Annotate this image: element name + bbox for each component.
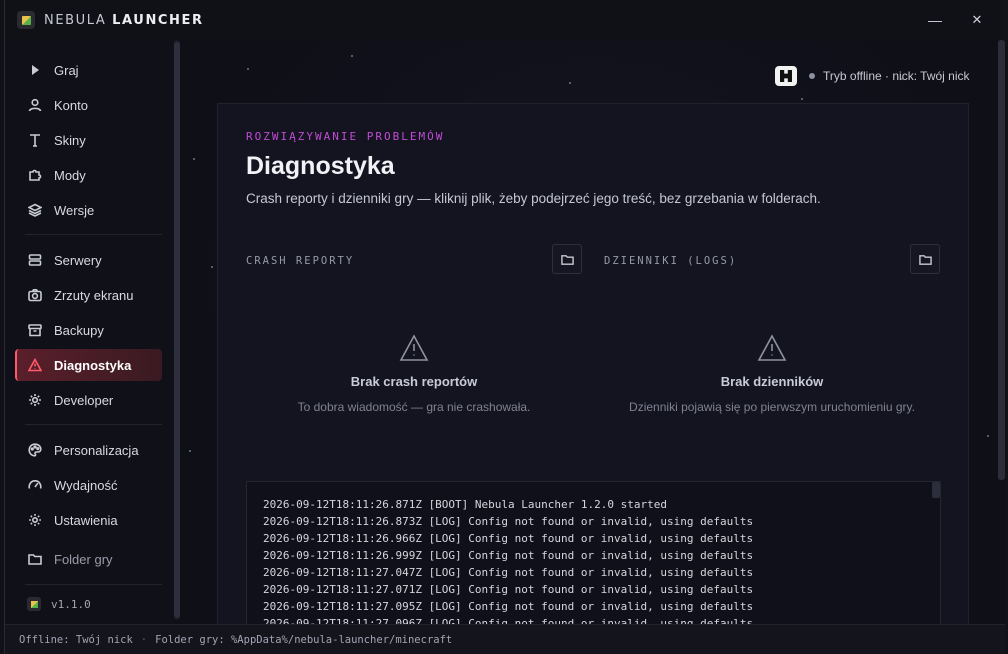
status-dot-icon <box>809 73 815 79</box>
sidebar-item-zrzuty-ekranu[interactable]: Zrzuty ekranu <box>15 279 162 311</box>
empty-subtitle: Dzienniki pojawią się po pierwszym uruch… <box>629 400 915 414</box>
archive-icon <box>27 322 43 338</box>
diagnostics-panel: ROZWIĄZYWANIE PROBLEMÓW Diagnostyka Cras… <box>217 103 969 624</box>
sidebar-item-label: Zrzuty ekranu <box>54 287 134 303</box>
sidebar-item-label: Backupy <box>54 322 104 338</box>
sidebar-item-label: Diagnostyka <box>54 357 132 373</box>
warning-icon <box>757 334 787 362</box>
sidebar-item-label: Mody <box>54 167 86 183</box>
log-scrollbar[interactable] <box>932 482 940 498</box>
minimize-button[interactable]: — <box>923 10 947 30</box>
app-logo-icon <box>27 597 41 611</box>
offline-avatar-icon <box>775 66 797 86</box>
folder-icon <box>918 254 932 265</box>
log-line: 2026-09-12T18:11:26.873Z [LOG] Config no… <box>263 515 754 528</box>
sidebar-item-label: Wersje <box>54 202 95 218</box>
bug-icon <box>27 392 43 408</box>
sidebar-item-mody[interactable]: Mody <box>15 159 162 191</box>
sidebar-divider <box>25 234 162 235</box>
sidebar-item-label: Personalizacja <box>54 442 139 458</box>
sidebar-scrollbar[interactable] <box>174 40 180 620</box>
empty-title: Brak dzienników <box>720 374 824 389</box>
sidebar-item-label: Serwery <box>54 252 102 268</box>
layers-icon <box>27 202 43 218</box>
footer-offline: Offline: Twój nick <box>19 633 133 646</box>
version-info: v1.1.0 <box>27 597 91 611</box>
sidebar-item-wersje[interactable]: Wersje <box>15 194 162 226</box>
log-line: 2026-09-12T18:11:26.999Z [LOG] Config no… <box>263 549 754 562</box>
title-bar: NEBULA LAUNCHER — ✕ <box>5 0 1005 40</box>
warning-icon <box>27 357 43 373</box>
section-eyebrow: ROZWIĄZYWANIE PROBLEMÓW <box>246 130 445 143</box>
folder-icon <box>560 254 574 265</box>
log-line: 2026-09-12T18:11:26.871Z [BOOT] Nebula L… <box>263 498 667 511</box>
user-icon <box>27 97 43 113</box>
sidebar-item-label: Konto <box>54 97 88 113</box>
empty-title: Brak crash reportów <box>350 374 478 389</box>
sidebar-item-serwery[interactable]: Serwery <box>15 244 162 276</box>
main-scrollbar[interactable] <box>998 40 1005 480</box>
puzzle-icon <box>27 167 43 183</box>
logs-empty-state: Brak dzienników Dzienniki pojawią się po… <box>612 334 932 414</box>
app-title-bold: LAUNCHER <box>112 13 204 28</box>
main-content: Tryb offline · nick: Twój nick ROZWIĄZYW… <box>181 40 1005 624</box>
sidebar-item-label: Graj <box>54 62 79 78</box>
launcher-window: NEBULA LAUNCHER — ✕ Graj Konto Skiny Mod… <box>4 0 1005 654</box>
sidebar-item-graj[interactable]: Graj <box>15 54 162 86</box>
shirt-icon <box>27 132 43 148</box>
sidebar-item-ustawienia[interactable]: Ustawienia <box>15 504 162 536</box>
play-icon <box>27 62 43 78</box>
palette-icon <box>27 442 43 458</box>
camera-icon <box>27 287 43 303</box>
footer-folder-path: Folder gry: %AppData%/nebula-launcher/mi… <box>155 633 453 646</box>
status-bar: Offline: Twój nick · Folder gry: %AppDat… <box>5 624 1005 654</box>
sidebar-item-diagnostyka[interactable]: Diagnostyka <box>15 349 162 381</box>
sidebar-item-folder-gry[interactable]: Folder gry <box>15 543 162 575</box>
sidebar-item-label: Folder gry <box>54 551 113 567</box>
version-label: v1.1.0 <box>51 597 91 611</box>
server-icon <box>27 252 43 268</box>
gauge-icon <box>27 477 43 493</box>
sidebar-item-wydajnosc[interactable]: Wydajność <box>15 469 162 501</box>
status-text: Tryb offline · nick: Twój nick <box>823 69 970 83</box>
empty-subtitle: To dobra wiadomość — gra nie crashowała. <box>297 400 531 414</box>
app-logo-icon <box>17 11 35 29</box>
account-status[interactable]: Tryb offline · nick: Twój nick <box>775 66 970 86</box>
app-title-light: NEBULA <box>44 13 107 28</box>
sidebar-item-label: Developer <box>54 392 114 408</box>
crash-reports-heading: CRASH REPORTY <box>246 255 355 267</box>
log-line: 2026-09-12T18:11:27.047Z [LOG] Config no… <box>263 566 754 579</box>
gear-icon <box>27 512 43 528</box>
crash-reports-empty-state: Brak crash reportów To dobra wiadomość —… <box>254 334 574 414</box>
sidebar-item-konto[interactable]: Konto <box>15 89 162 121</box>
close-button[interactable]: ✕ <box>965 10 989 30</box>
sidebar-item-label: Wydajność <box>54 477 118 493</box>
sidebar-item-backupy[interactable]: Backupy <box>15 314 162 346</box>
sidebar: Graj Konto Skiny Mody Wersje Serwery Zrz… <box>5 40 175 624</box>
launcher-log-console[interactable]: 2026-09-12T18:11:26.871Z [BOOT] Nebula L… <box>246 481 941 624</box>
log-line: 2026-09-12T18:11:27.096Z [LOG] Config no… <box>263 617 754 624</box>
sidebar-item-developer[interactable]: Developer <box>15 384 162 416</box>
folder-icon <box>27 551 43 567</box>
open-logs-folder-button[interactable] <box>910 244 940 274</box>
sidebar-item-label: Skiny <box>54 132 86 148</box>
sidebar-item-label: Ustawienia <box>54 512 118 528</box>
logs-heading: DZIENNIKI (LOGS) <box>604 255 738 267</box>
log-line: 2026-09-12T18:11:27.095Z [LOG] Config no… <box>263 600 754 613</box>
log-line: 2026-09-12T18:11:27.071Z [LOG] Config no… <box>263 583 754 596</box>
page-subtitle: Crash reporty i dzienniki gry — kliknij … <box>246 191 821 206</box>
app-title: NEBULA LAUNCHER <box>44 13 204 28</box>
open-crash-folder-button[interactable] <box>552 244 582 274</box>
sidebar-divider <box>25 584 162 585</box>
sidebar-item-personalizacja[interactable]: Personalizacja <box>15 434 162 466</box>
sidebar-divider <box>25 424 162 425</box>
warning-icon <box>399 334 429 362</box>
log-line: 2026-09-12T18:11:26.966Z [LOG] Config no… <box>263 532 754 545</box>
sidebar-item-skiny[interactable]: Skiny <box>15 124 162 156</box>
page-title: Diagnostyka <box>246 152 395 180</box>
footer-separator: · <box>140 633 148 646</box>
